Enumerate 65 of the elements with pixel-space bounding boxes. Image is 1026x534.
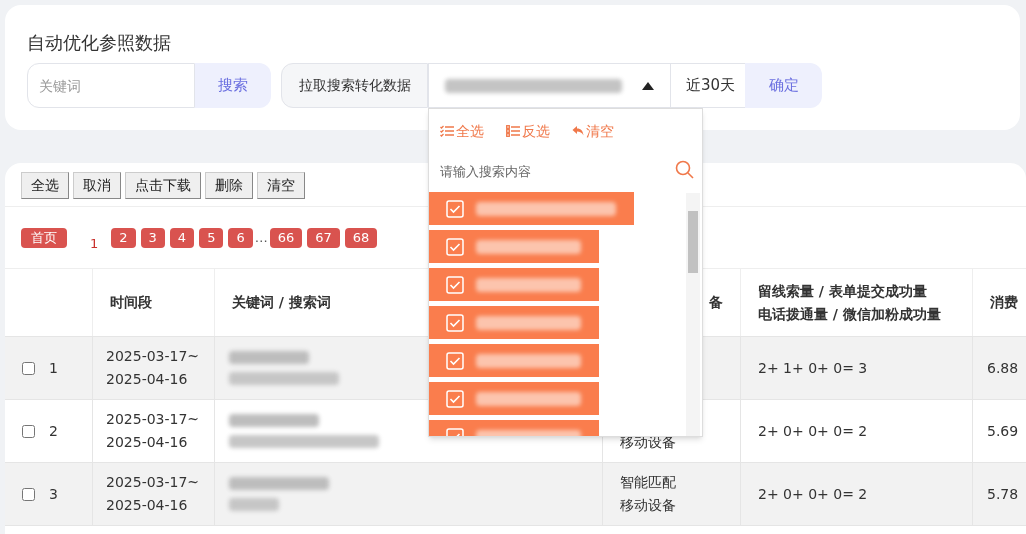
search-icon	[675, 160, 694, 179]
toolbar-button[interactable]: 清空	[257, 172, 305, 199]
table-cell-text: 移动设备	[620, 496, 677, 515]
page-title: 自动优化参照数据	[27, 31, 171, 55]
row-number: 1	[49, 358, 58, 378]
table-cell-text: 2025-04-16	[106, 496, 189, 515]
toolbar-button[interactable]: 取消	[73, 172, 121, 199]
table-cell-text: 6.88	[987, 358, 1019, 378]
scrollbar[interactable]	[686, 193, 700, 436]
table-cell-text: 2025-04-16	[106, 370, 189, 389]
search-button[interactable]: 搜索	[195, 63, 271, 108]
table-cell-text: 5.78	[987, 484, 1019, 504]
table-cell-text: 2025-03-17~	[106, 473, 201, 492]
page-button[interactable]: 66	[269, 227, 303, 248]
confirm-button[interactable]: 确定	[745, 63, 822, 108]
option-item[interactable]	[429, 230, 599, 263]
option-item[interactable]	[429, 344, 599, 377]
field-label: 拉取搜索转化数据	[281, 63, 428, 108]
blurred-text	[229, 498, 279, 511]
row-checkbox[interactable]	[22, 424, 35, 438]
row-checkbox[interactable]	[22, 487, 35, 501]
page-button[interactable]: 3	[140, 227, 165, 248]
first-page-button[interactable]: 首页	[21, 227, 67, 248]
table-cell-text: 2025-04-16	[106, 433, 189, 452]
page-button[interactable]: 6	[228, 227, 253, 248]
table-cell-text: 2025-03-17~	[106, 347, 201, 366]
undo-icon	[572, 125, 584, 137]
toolbar-button[interactable]: 点击下载	[125, 172, 201, 199]
keyword-input[interactable]: 关键词	[27, 63, 195, 108]
table-cell-text: 2+ 1+ 0+ 0= 3	[758, 358, 868, 378]
table-cell-text: 5.69	[987, 421, 1019, 441]
option-item[interactable]	[429, 306, 599, 339]
column-header: 时间段	[110, 293, 153, 312]
page-button[interactable]: 68	[344, 227, 378, 248]
range-select[interactable]: 近30天	[671, 63, 745, 108]
column-header: 消费	[990, 293, 1019, 312]
select-field[interactable]	[428, 63, 671, 108]
page-button[interactable]: 67	[307, 227, 340, 248]
page-button[interactable]: 5	[199, 227, 224, 248]
column-header: 关键词 / 搜索词	[232, 293, 332, 312]
row-number: 2	[49, 421, 58, 441]
column-header: 电话拨通量 / 微信加粉成功量	[758, 304, 942, 324]
table-cell-text: 2+ 0+ 0+ 0= 2	[758, 421, 868, 441]
dropdown-action[interactable]: 全选	[440, 121, 484, 141]
current-page: 1	[89, 234, 100, 248]
page-button[interactable]: 2	[111, 227, 136, 248]
toolbar-button[interactable]: 删除	[205, 172, 253, 199]
option-item[interactable]	[429, 382, 599, 415]
table-cell-text: 2025-03-17~	[106, 410, 201, 429]
table-cell-text: 智能匹配	[620, 473, 677, 492]
dropdown-action[interactable]: 反选	[506, 121, 550, 141]
list-icon	[506, 125, 520, 137]
column-header: 留线索量 / 表单提交成功量	[758, 281, 928, 301]
table-cell-text: 2+ 0+ 0+ 0= 2	[758, 484, 868, 504]
row-number: 3	[49, 484, 58, 504]
column-header: 备	[709, 293, 723, 312]
row-checkbox[interactable]	[22, 361, 35, 375]
dropdown-search-input[interactable]: 请输入搜索内容	[429, 153, 702, 189]
option-item[interactable]	[429, 268, 599, 301]
dropdown-action[interactable]: 清空	[572, 121, 614, 141]
option-item[interactable]	[429, 192, 634, 225]
ellipsis: …	[254, 228, 268, 247]
toolbar-button[interactable]: 全选	[21, 172, 69, 199]
page-button[interactable]: 4	[169, 227, 195, 248]
list-icon	[440, 125, 454, 137]
